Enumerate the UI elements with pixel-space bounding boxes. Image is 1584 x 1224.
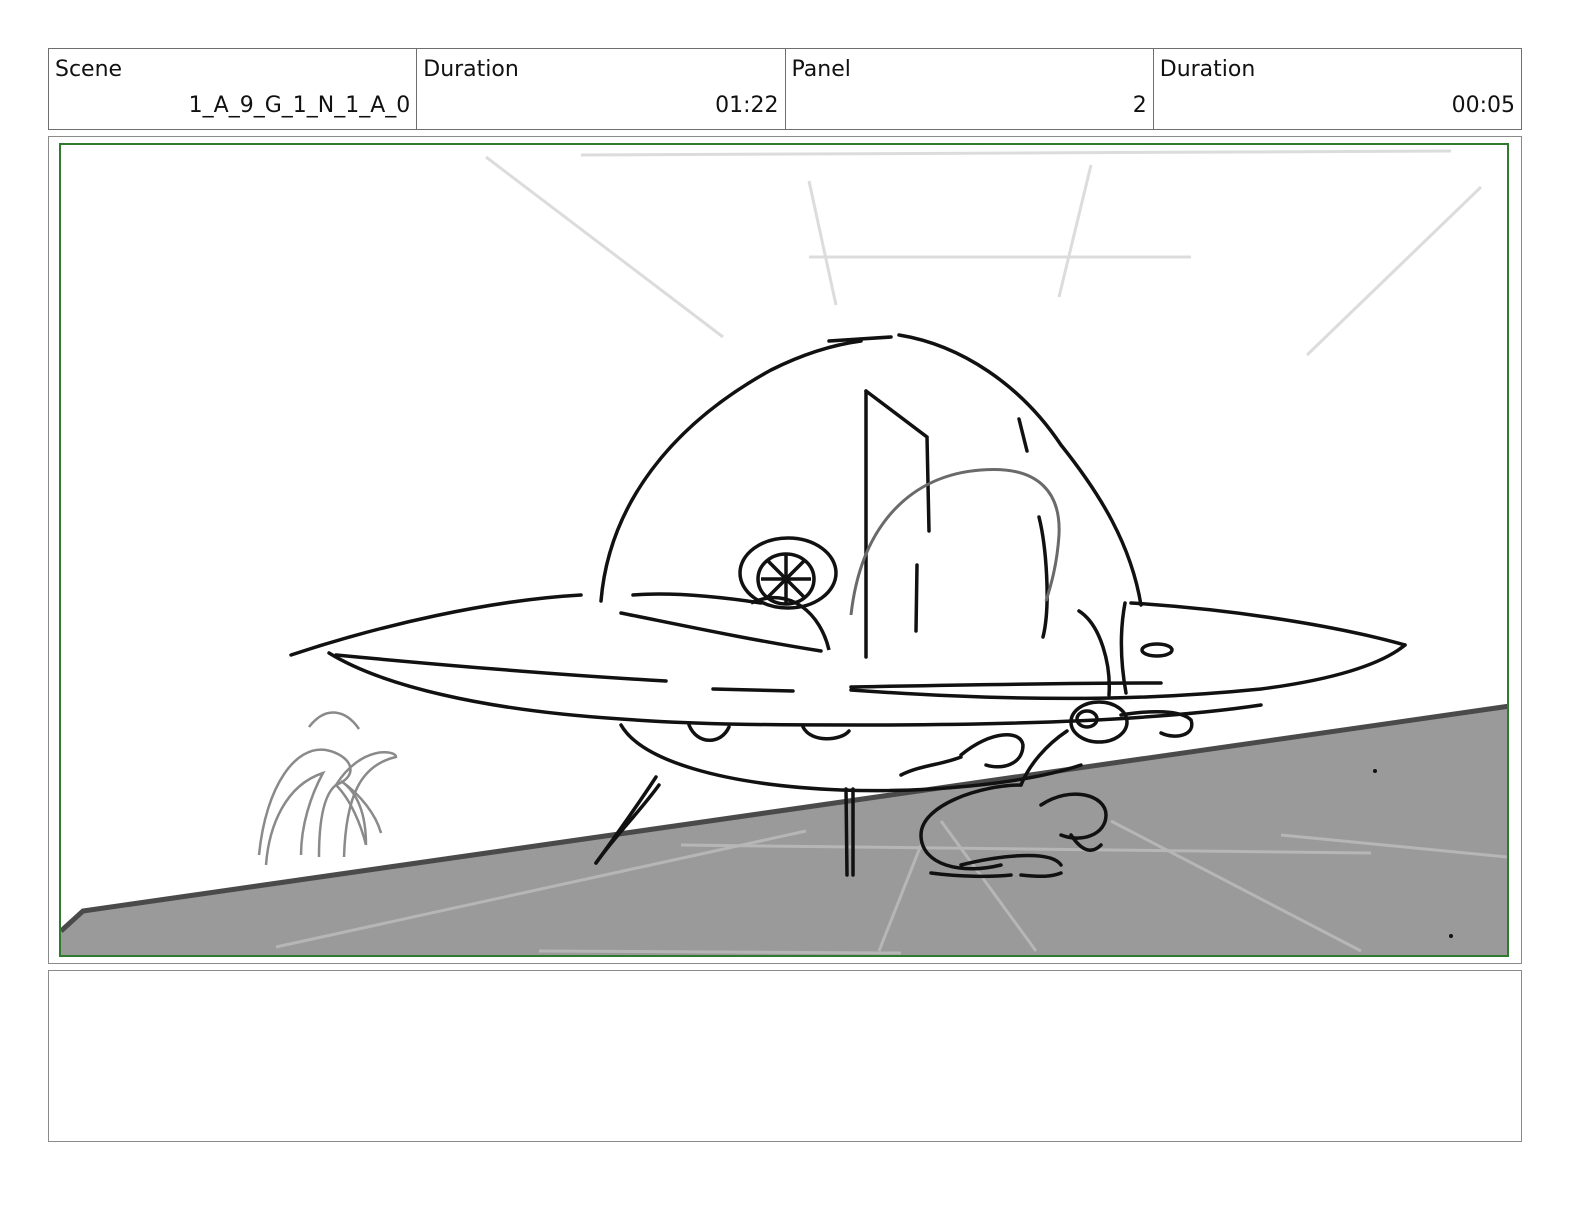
panel-header-table: Scene 1_A_9_G_1_N_1_A_0 Duration 01:22 P…	[48, 48, 1522, 130]
scene-label: Scene	[55, 57, 123, 82]
perspective-guides	[485, 149, 1483, 357]
scene-cell: Scene 1_A_9_G_1_N_1_A_0	[49, 49, 418, 129]
storyboard-drawing[interactable]	[59, 143, 1509, 957]
control-wheel	[738, 536, 838, 651]
scene-value: 1_A_9_G_1_N_1_A_0	[188, 93, 411, 118]
scene-duration-value: 01:22	[715, 93, 779, 118]
palm-tree-sketch	[257, 711, 398, 866]
scene-duration-label: Duration	[423, 57, 519, 82]
speck	[1449, 934, 1453, 938]
panel-duration-cell: Duration 00:05	[1154, 49, 1521, 129]
panel-duration-value: 00:05	[1451, 93, 1515, 118]
ufo-dome	[599, 333, 1143, 659]
speck	[1373, 769, 1377, 773]
panel-cell: Panel 2	[786, 49, 1154, 129]
pilot-silhouette	[849, 467, 1061, 616]
panel-duration-label: Duration	[1159, 57, 1256, 82]
panel-notes-box[interactable]	[48, 970, 1522, 1142]
ground-plane	[61, 706, 1507, 955]
scene-duration-cell: Duration 01:22	[417, 49, 786, 129]
panel-label: Panel	[791, 57, 851, 82]
panel-number: 2	[1132, 93, 1147, 118]
ufo-sketch-illustration	[61, 149, 1507, 955]
